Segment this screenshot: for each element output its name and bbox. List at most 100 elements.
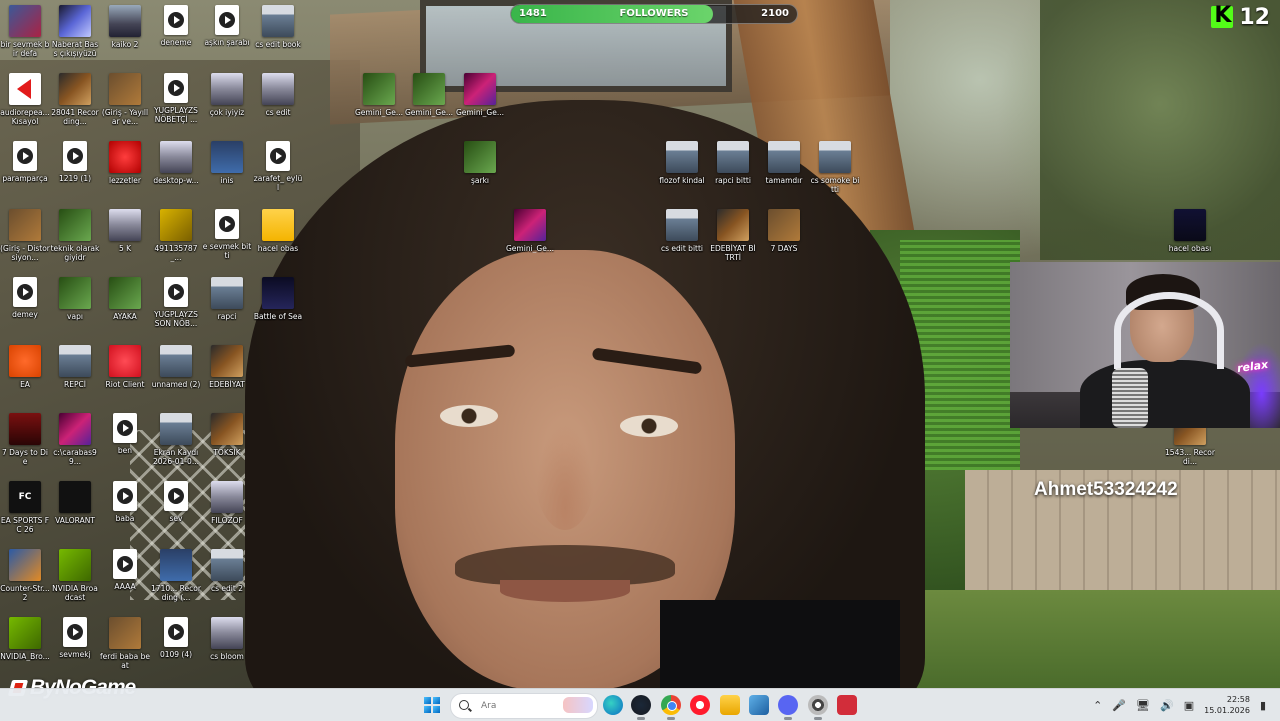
search-input[interactable]	[479, 697, 563, 715]
taskbar-search[interactable]	[450, 693, 598, 719]
image-file-icon	[717, 141, 749, 173]
desktop-icon[interactable]: FILOZOF	[202, 481, 252, 545]
image-file-icon	[109, 73, 141, 105]
desktop-icon[interactable]: hacel obas	[253, 209, 303, 273]
desktop-icon[interactable]: Gemini_Ge...	[404, 73, 454, 137]
desktop-icon[interactable]: baba	[100, 481, 150, 545]
chevron-up-icon[interactable]: ⌃	[1093, 699, 1102, 712]
bynogame-taskbar-icon[interactable]	[837, 695, 857, 715]
desktop-icon[interactable]: Battle of Sea	[253, 277, 303, 341]
desktop-icon[interactable]: 28041 Recording...	[50, 73, 100, 137]
chrome-taskbar-icon[interactable]	[661, 695, 681, 720]
desktop-icon[interactable]: inis	[202, 141, 252, 205]
desktop-icon-label: 1219 (1)	[58, 174, 92, 183]
desktop-icon[interactable]: vapı	[50, 277, 100, 341]
desktop-icon[interactable]: Counter-Str... 2	[0, 549, 50, 613]
desktop-icon[interactable]: zarafet_ eylül	[253, 141, 303, 205]
desktop-icon[interactable]: 7 DAYS	[759, 209, 809, 273]
desktop-icon[interactable]: 0109 (4)	[151, 617, 201, 681]
desktop-icon[interactable]: c:\carabas99...	[50, 413, 100, 477]
desktop-icon[interactable]: NVIDIA Broadcast	[50, 549, 100, 613]
desktop-icon[interactable]: çok iyiyiz	[202, 73, 252, 137]
desktop-icon[interactable]: EDEBİYAT BİTRTİ	[708, 209, 758, 273]
desktop-icon[interactable]: bir sevmek bir defa	[0, 5, 50, 69]
desktop-icon[interactable]: 491135787_...	[151, 209, 201, 273]
desktop-icon[interactable]: (Giriş - Yayıllar ve...	[100, 73, 150, 137]
desktop-icon[interactable]: aşkın şarabı	[202, 5, 252, 69]
desktop-icon[interactable]: EA	[0, 345, 50, 409]
desktop-icon[interactable]: sev	[151, 481, 201, 545]
desktop-icon[interactable]: desktop-w...	[151, 141, 201, 205]
desktop-icon[interactable]: e sevmek bitti	[202, 209, 252, 273]
search-highlight-art[interactable]	[563, 697, 593, 713]
video-file-icon	[164, 481, 188, 511]
notification-icon[interactable]: ▮	[1260, 699, 1266, 712]
desktop-icon[interactable]: ferdi baba beat	[100, 617, 150, 681]
obs-taskbar-icon[interactable]	[808, 695, 828, 720]
desktop-icon[interactable]: 5 K	[100, 209, 150, 273]
desktop-icon[interactable]: cs somoke bitti	[810, 141, 860, 205]
network-icon[interactable]: 🖥	[1136, 699, 1150, 712]
discord-taskbar-icon[interactable]	[778, 695, 798, 720]
desktop-icon-label: demey	[12, 310, 38, 319]
desktop-icon[interactable]: Gemini_Ge...	[354, 73, 404, 137]
start-button[interactable]	[424, 697, 440, 713]
image-file-icon	[666, 209, 698, 241]
desktop-icon-label: cs edit	[265, 108, 291, 117]
desktop-icon[interactable]: rapci bitti	[708, 141, 758, 205]
image-file-icon	[1174, 209, 1206, 241]
image-file-icon	[464, 141, 496, 173]
desktop-icon[interactable]: cs bloom	[202, 617, 252, 681]
desktop-icon[interactable]: audiorepea... Kısayol	[0, 73, 50, 137]
volume-icon[interactable]: 🔊	[1160, 699, 1174, 712]
desktop-icon[interactable]: teknik olarak giyidr	[50, 209, 100, 273]
desktop-icon[interactable]: rapci	[202, 277, 252, 341]
desktop-icon[interactable]: NVIDIA_Bro...	[0, 617, 50, 681]
desktop-icon[interactable]: YUGPLAYZS NÖBETÇİ ...	[151, 73, 201, 137]
desktop-icon[interactable]: EDEBİYAT	[202, 345, 252, 409]
desktop-icon[interactable]: cs edit	[253, 73, 303, 137]
network-app-taskbar-icon[interactable]	[749, 695, 769, 715]
desktop-icon[interactable]: Gemini_Ge...	[455, 73, 505, 137]
desktop-icon[interactable]: unnamed (2)	[151, 345, 201, 409]
clock[interactable]: 22:58 15.01.2026	[1204, 694, 1250, 716]
desktop-icon[interactable]: TOKSİK	[202, 413, 252, 477]
microphone-tray-icon[interactable]: 🎤	[1112, 699, 1126, 712]
desktop-icon[interactable]: deneme	[151, 5, 201, 69]
edge-taskbar-icon[interactable]	[603, 695, 623, 715]
desktop-icon[interactable]: cs edit book	[253, 5, 303, 69]
steam-taskbar-icon[interactable]	[631, 695, 651, 720]
battery-icon[interactable]: ▣	[1184, 699, 1194, 712]
desktop-icon[interactable]: 1219 (1)	[50, 141, 100, 205]
desktop-icon[interactable]: flozof kindal	[657, 141, 707, 205]
desktop-icon-label: FILOZOF	[211, 516, 243, 525]
desktop-icon[interactable]: YUGPLAYZS SON NÖB...	[151, 277, 201, 341]
desktop-icon[interactable]: Naberat Bass çıkışıyüzü	[50, 5, 100, 69]
video-file-icon	[13, 277, 37, 307]
desktop-icon[interactable]: Gemini_Ge...	[505, 209, 555, 273]
opera-taskbar-icon[interactable]	[690, 695, 710, 715]
desktop-icon[interactable]: tamamdır	[759, 141, 809, 205]
desktop-icon[interactable]: lezzetler	[100, 141, 150, 205]
desktop-icon[interactable]: ben	[100, 413, 150, 477]
desktop-icon[interactable]: paramparça	[0, 141, 50, 205]
desktop-icon[interactable]: REPCİ	[50, 345, 100, 409]
desktop-icon[interactable]: AAAA	[100, 549, 150, 613]
desktop-icon[interactable]: kaiko 2	[100, 5, 150, 69]
desktop-icon[interactable]: şarkı	[455, 141, 505, 205]
desktop-icon[interactable]: cs edit bitti	[657, 209, 707, 273]
desktop-icon[interactable]: (Giriş - Distorsiyon...	[0, 209, 50, 273]
desktop-icon[interactable]: Ekran Kaydı 2026-01-0...	[151, 413, 201, 477]
file-explorer-taskbar-icon[interactable]	[720, 695, 740, 715]
desktop-icon[interactable]: cs edit 2	[202, 549, 252, 613]
microphone-icon	[1112, 368, 1148, 428]
desktop-icon[interactable]: Riot Client	[100, 345, 150, 409]
desktop-icon[interactable]: VALORANT	[50, 481, 100, 545]
desktop-icon[interactable]: AYAKA	[100, 277, 150, 341]
desktop-icon[interactable]: 1710... Recording (...	[151, 549, 201, 613]
desktop-icon[interactable]: 7 Days to Die	[0, 413, 50, 477]
desktop-icon[interactable]: FC EA SPORTS FC 26	[0, 481, 50, 545]
desktop-icon[interactable]: sevmekj	[50, 617, 100, 681]
desktop-icon[interactable]: demey	[0, 277, 50, 341]
image-file-icon	[514, 209, 546, 241]
